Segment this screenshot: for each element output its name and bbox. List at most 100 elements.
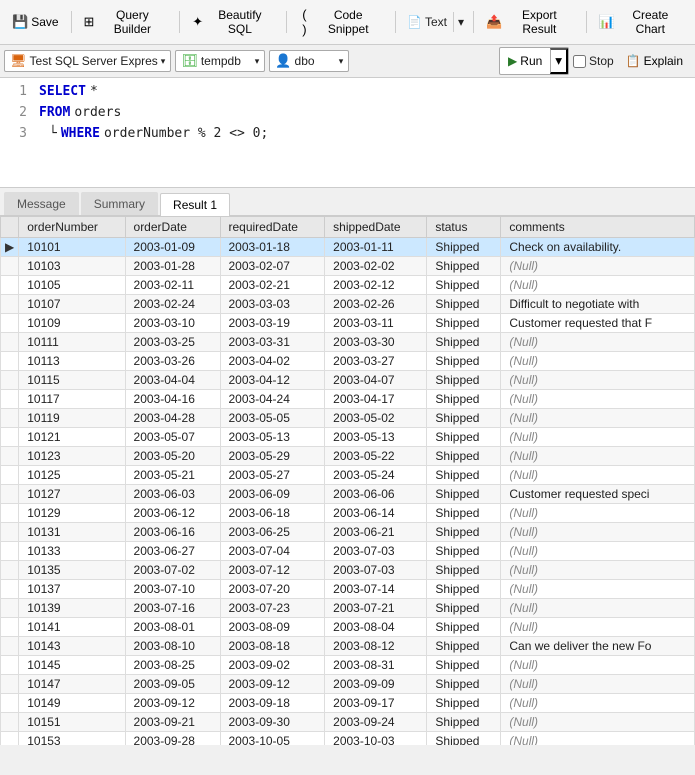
th-order-date[interactable]: orderDate [125, 217, 220, 238]
table-row[interactable]: 101332003-06-272003-07-042003-07-03Shipp… [1, 542, 695, 561]
table-row[interactable]: 101292003-06-122003-06-182003-06-14Shipp… [1, 504, 695, 523]
cell-status: Shipped [427, 238, 501, 257]
from-keyword: FROM [39, 103, 70, 124]
cell-status: Shipped [427, 694, 501, 713]
cell-orderNumber: 10127 [19, 485, 125, 504]
th-required-date[interactable]: requiredDate [220, 217, 325, 238]
cell-comments: (Null) [501, 428, 695, 447]
schema-selector[interactable]: 👤 dbo ▾ [269, 50, 349, 72]
table-row[interactable]: 101532003-09-282003-10-052003-10-03Shipp… [1, 732, 695, 746]
stop-checkbox-label[interactable]: Stop [573, 54, 614, 68]
save-button[interactable]: 💾 Save [4, 10, 67, 34]
table-row[interactable]: 101132003-03-262003-04-022003-03-27Shipp… [1, 352, 695, 371]
cell-orderDate: 2003-07-16 [125, 599, 220, 618]
text-button-arrow[interactable]: ▾ [453, 12, 468, 32]
text-button-main[interactable]: 📄 Text [401, 12, 453, 32]
cell-orderNumber: 10135 [19, 561, 125, 580]
stop-checkbox[interactable] [573, 55, 586, 68]
cell-status: Shipped [427, 276, 501, 295]
table-row[interactable]: 101172003-04-162003-04-242003-04-17Shipp… [1, 390, 695, 409]
table-row[interactable]: 101052003-02-112003-02-212003-02-12Shipp… [1, 276, 695, 295]
results-table-container[interactable]: orderNumber orderDate requiredDate shipp… [0, 216, 695, 745]
null-value: (Null) [509, 620, 538, 634]
table-row[interactable]: 101352003-07-022003-07-122003-07-03Shipp… [1, 561, 695, 580]
code-snippet-button[interactable]: ( ) Code Snippet [291, 3, 392, 41]
cell-orderDate: 2003-09-05 [125, 675, 220, 694]
cell-status: Shipped [427, 371, 501, 390]
th-order-number[interactable]: orderNumber [19, 217, 125, 238]
table-row[interactable]: 101392003-07-162003-07-232003-07-21Shipp… [1, 599, 695, 618]
table-row[interactable]: 101032003-01-282003-02-072003-02-02Shipp… [1, 257, 695, 276]
table-row[interactable]: 101492003-09-122003-09-182003-09-17Shipp… [1, 694, 695, 713]
beautify-sql-button[interactable]: ✦ Beautify SQL [184, 4, 281, 40]
row-indicator-cell [1, 675, 19, 694]
cell-comments: (Null) [501, 675, 695, 694]
table-row[interactable]: ▶101012003-01-092003-01-182003-01-11Ship… [1, 238, 695, 257]
row-arrow: ▶ [5, 240, 14, 254]
th-shipped-date[interactable]: shippedDate [325, 217, 427, 238]
primary-toolbar: 💾 Save ⊞ Query Builder ✦ Beautify SQL ( … [0, 0, 695, 45]
cell-orderDate: 2003-03-25 [125, 333, 220, 352]
secondary-toolbar: 🖥 Test SQL Server Expres ▾ 🗄 tempdb ▾ 👤 … [0, 45, 695, 78]
row-indicator-cell [1, 466, 19, 485]
table-row[interactable]: 101252003-05-212003-05-272003-05-24Shipp… [1, 466, 695, 485]
schema-icon: 👤 [275, 53, 291, 69]
table-row[interactable]: 101312003-06-162003-06-252003-06-21Shipp… [1, 523, 695, 542]
cell-requiredDate: 2003-06-25 [220, 523, 325, 542]
row-indicator-cell [1, 618, 19, 637]
row-indicator-cell [1, 257, 19, 276]
table-row[interactable]: 101092003-03-102003-03-192003-03-11Shipp… [1, 314, 695, 333]
table-row[interactable]: 101432003-08-102003-08-182003-08-12Shipp… [1, 637, 695, 656]
query-builder-button[interactable]: ⊞ Query Builder [76, 4, 176, 40]
cell-shippedDate: 2003-05-13 [325, 428, 427, 447]
cell-shippedDate: 2003-03-27 [325, 352, 427, 371]
table-row[interactable]: 101212003-05-072003-05-132003-05-13Shipp… [1, 428, 695, 447]
cell-status: Shipped [427, 542, 501, 561]
code-content[interactable]: SELECT * FROM orders └ WHERE orderNumber… [35, 82, 695, 183]
cell-shippedDate: 2003-09-17 [325, 694, 427, 713]
th-comments[interactable]: comments [501, 217, 695, 238]
run-button[interactable]: ▶ Run [500, 51, 550, 71]
null-value: (Null) [509, 506, 538, 520]
text-split-button[interactable]: 📄 Text ▾ [400, 11, 469, 33]
th-status[interactable]: status [427, 217, 501, 238]
cell-comments: (Null) [501, 371, 695, 390]
where-keyword: WHERE [61, 124, 100, 145]
table-row[interactable]: 101152003-04-042003-04-122003-04-07Shipp… [1, 371, 695, 390]
table-row[interactable]: 101072003-02-242003-03-032003-02-26Shipp… [1, 295, 695, 314]
tab-summary[interactable]: Summary [81, 192, 158, 215]
table-row[interactable]: 101192003-04-282003-05-052003-05-02Shipp… [1, 409, 695, 428]
null-value: (Null) [509, 677, 538, 691]
tab-message[interactable]: Message [4, 192, 79, 215]
cell-requiredDate: 2003-07-23 [220, 599, 325, 618]
cell-orderNumber: 10151 [19, 713, 125, 732]
cell-orderDate: 2003-06-12 [125, 504, 220, 523]
server-selector[interactable]: 🖥 Test SQL Server Expres ▾ [4, 50, 171, 72]
sql-editor[interactable]: 1 2 3 SELECT * FROM orders └ WHERE order… [0, 78, 695, 188]
cell-requiredDate: 2003-02-21 [220, 276, 325, 295]
cell-shippedDate: 2003-02-12 [325, 276, 427, 295]
where-indent: └ [49, 124, 57, 145]
database-selector[interactable]: 🗄 tempdb ▾ [175, 50, 265, 72]
table-row[interactable]: 101452003-08-252003-09-022003-08-31Shipp… [1, 656, 695, 675]
cell-orderDate: 2003-08-25 [125, 656, 220, 675]
cell-orderNumber: 10125 [19, 466, 125, 485]
cell-orderDate: 2003-06-16 [125, 523, 220, 542]
create-chart-button[interactable]: 📊 Create Chart [591, 4, 691, 40]
table-row[interactable]: 101372003-07-102003-07-202003-07-14Shipp… [1, 580, 695, 599]
table-row[interactable]: 101512003-09-212003-09-302003-09-24Shipp… [1, 713, 695, 732]
table-row[interactable]: 101272003-06-032003-06-092003-06-06Shipp… [1, 485, 695, 504]
table-row[interactable]: 101232003-05-202003-05-292003-05-22Shipp… [1, 447, 695, 466]
explain-button[interactable]: 📋 Explain [618, 50, 691, 72]
table-row[interactable]: 101112003-03-252003-03-312003-03-30Shipp… [1, 333, 695, 352]
table-row[interactable]: 101412003-08-012003-08-092003-08-04Shipp… [1, 618, 695, 637]
cell-orderDate: 2003-08-10 [125, 637, 220, 656]
export-result-button[interactable]: 📤 Export Result [478, 4, 582, 40]
run-dropdown-arrow[interactable]: ▾ [550, 48, 568, 74]
cell-orderNumber: 10137 [19, 580, 125, 599]
tab-result-1[interactable]: Result 1 [160, 193, 230, 216]
null-value: (Null) [509, 430, 538, 444]
results-area: Message Summary Result 1 orderNumber ord… [0, 188, 695, 745]
table-row[interactable]: 101472003-09-052003-09-122003-09-09Shipp… [1, 675, 695, 694]
cell-orderNumber: 10117 [19, 390, 125, 409]
